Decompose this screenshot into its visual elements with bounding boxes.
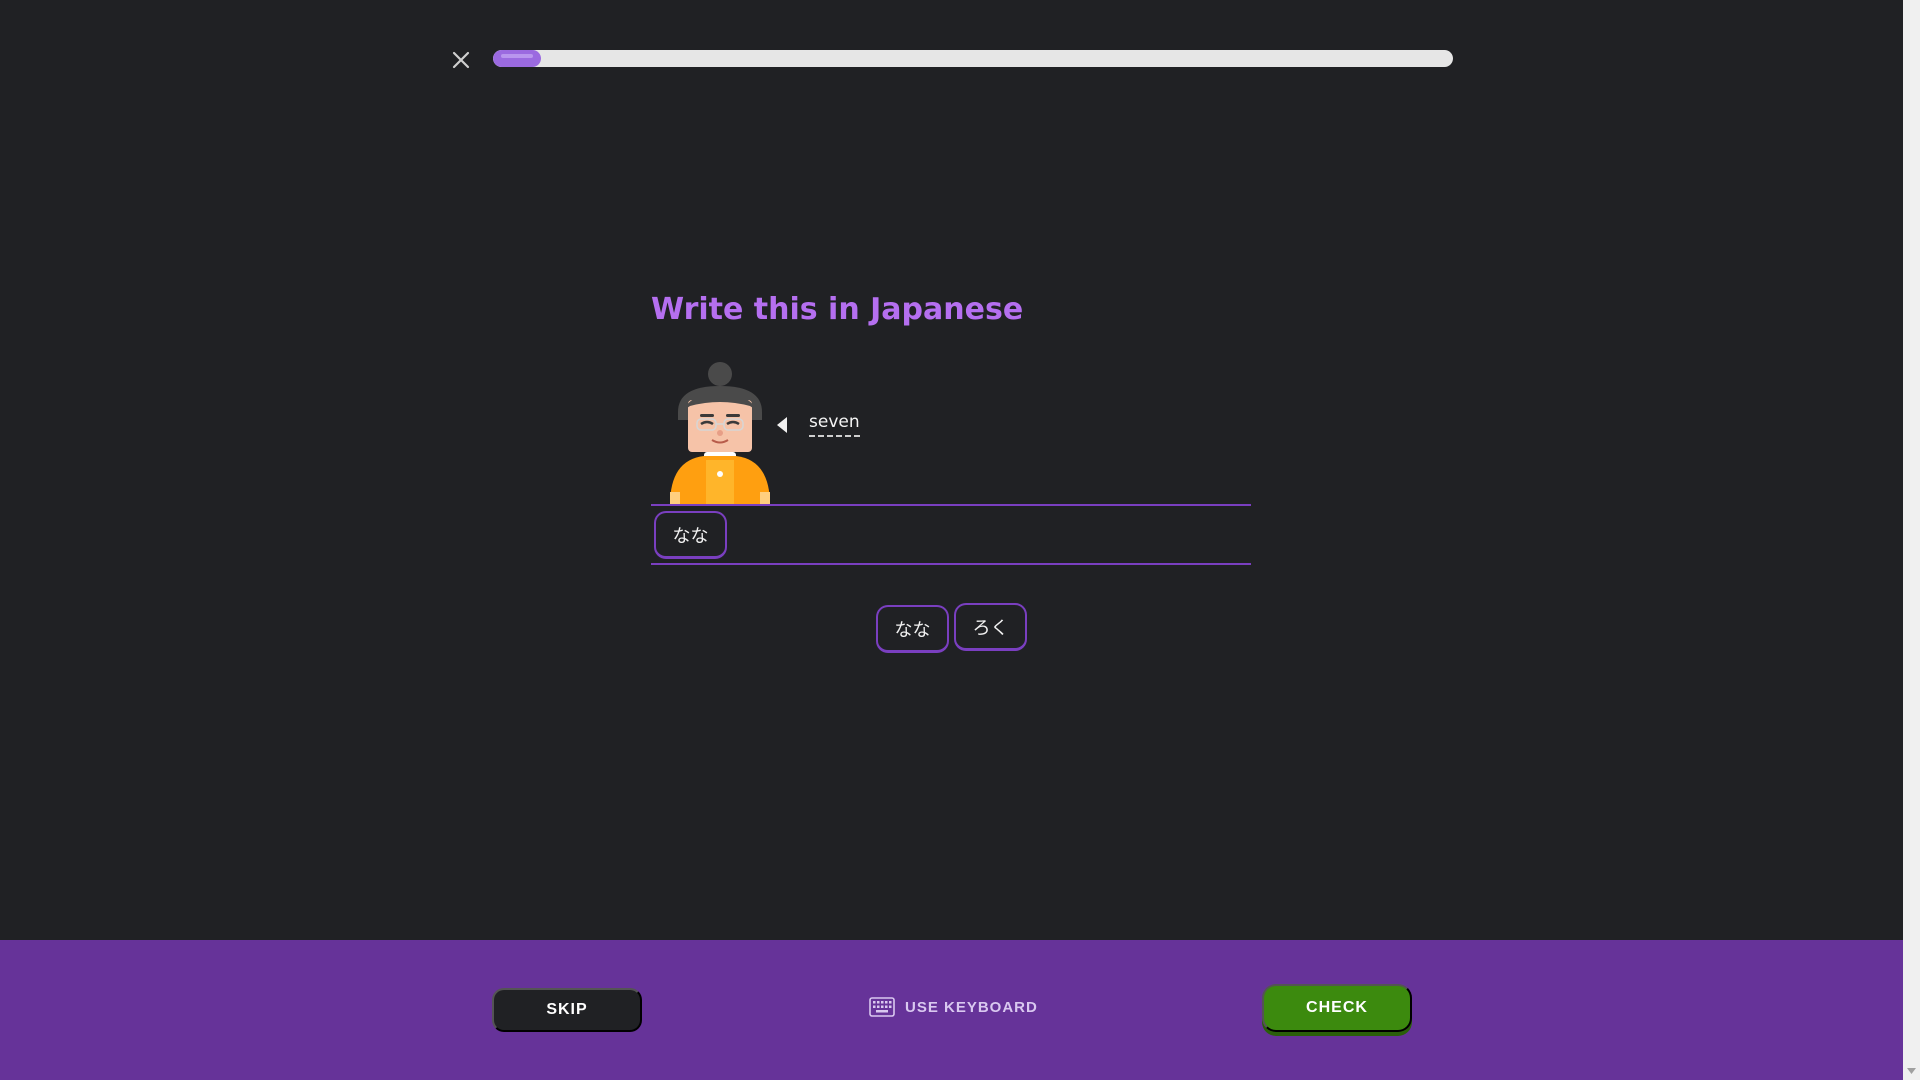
character-illustration: [670, 362, 770, 505]
play-audio-button[interactable]: [775, 415, 789, 435]
skip-button[interactable]: SKIP: [492, 988, 642, 1032]
word-bank-tile[interactable]: ろく: [954, 603, 1027, 651]
prompt-word[interactable]: seven: [809, 412, 860, 437]
answer-line-bottom: [651, 563, 1251, 565]
use-keyboard-label: USE KEYBOARD: [905, 998, 1038, 1016]
lesson-progress-bar: [493, 50, 1453, 67]
answer-line-top: [651, 504, 1251, 506]
challenge-title: Write this in Japanese: [651, 292, 1024, 327]
close-button[interactable]: [446, 45, 476, 75]
word-bank-tile[interactable]: なな: [876, 605, 949, 653]
progress-fill: [493, 50, 541, 67]
scrollbar[interactable]: [1903, 0, 1920, 1080]
scroll-down-arrow-icon[interactable]: [1906, 1066, 1917, 1076]
answer-tile[interactable]: なな: [654, 511, 727, 559]
use-keyboard-button[interactable]: USE KEYBOARD: [869, 994, 1038, 1020]
speaker-icon: [777, 417, 787, 433]
keyboard-icon: [869, 997, 895, 1017]
close-icon: [452, 51, 470, 69]
lesson-page: Write this in Japanese seven なな なな ろく SK…: [0, 0, 1903, 1080]
progress-shine: [501, 54, 533, 58]
check-button[interactable]: CHECK: [1262, 984, 1412, 1032]
